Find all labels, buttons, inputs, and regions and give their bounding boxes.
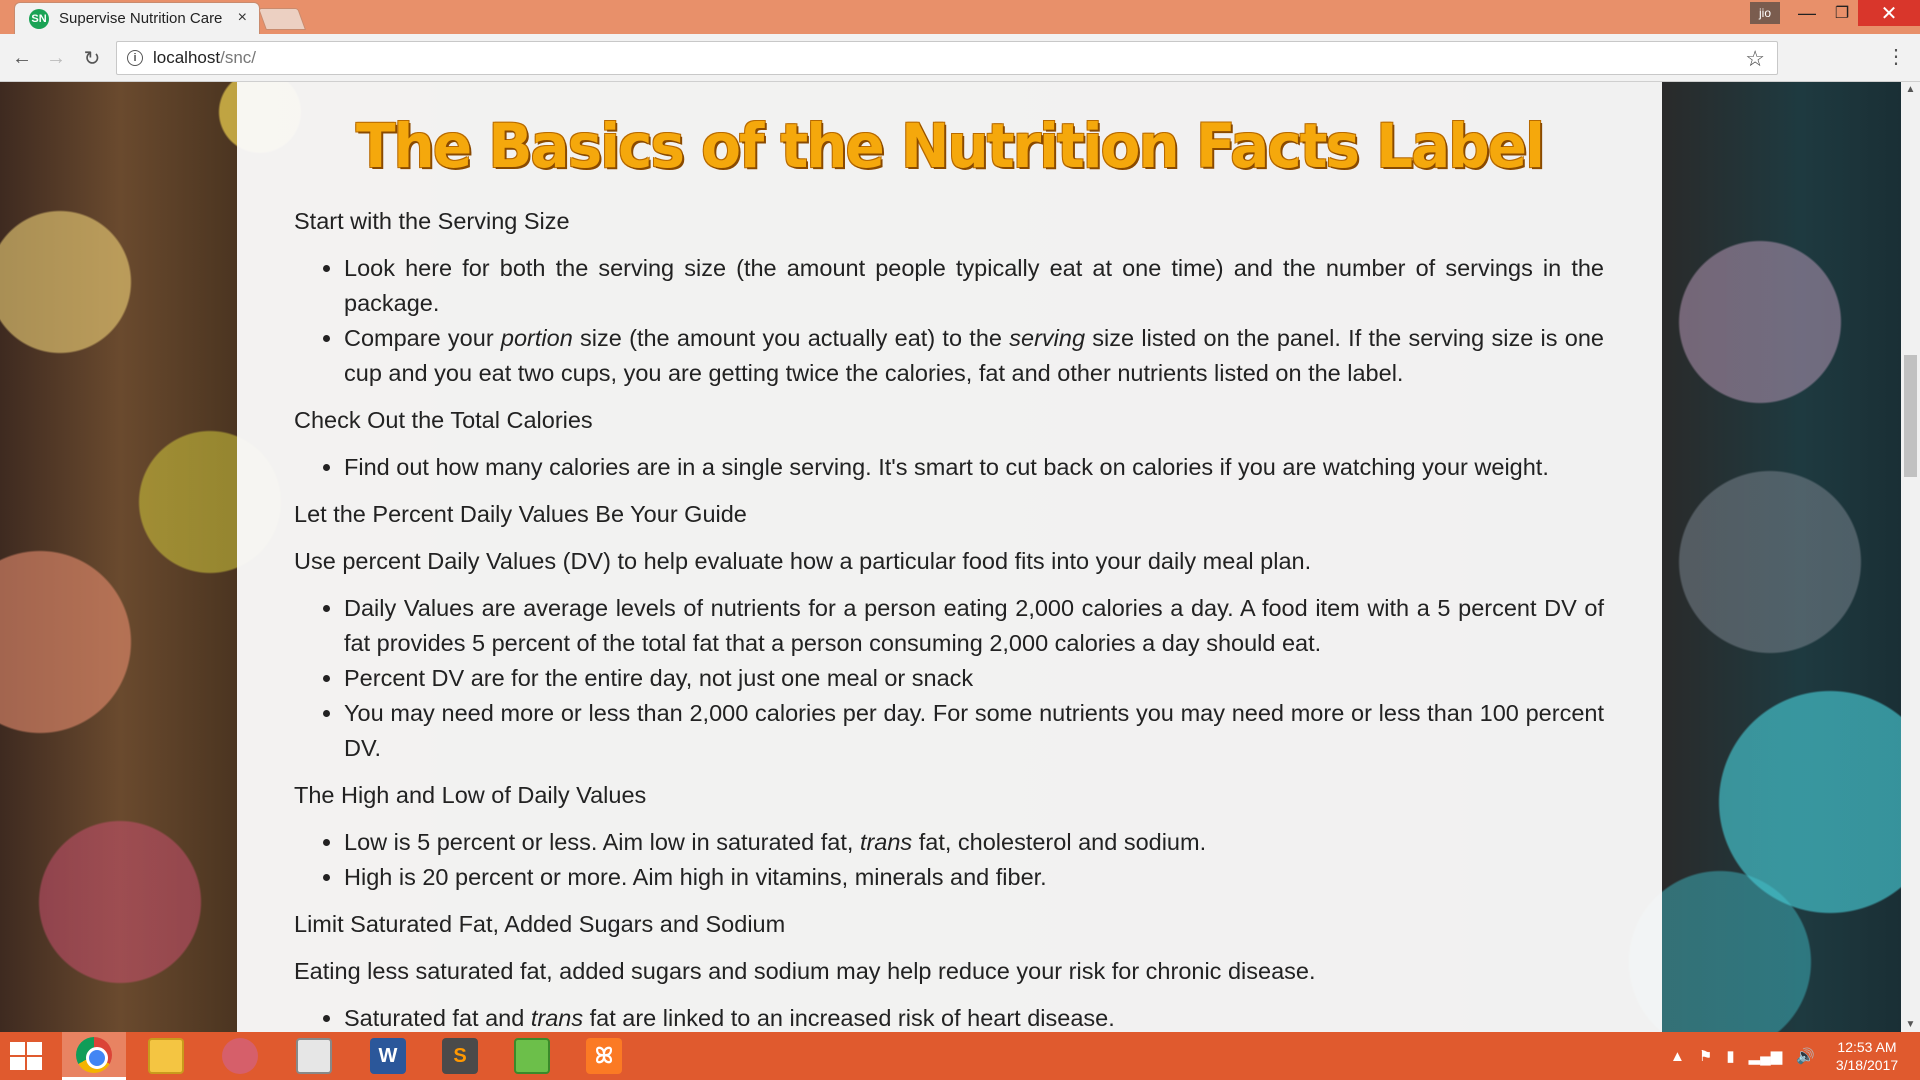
list-item: You may need more or less than 2,000 cal… <box>344 696 1604 766</box>
taskbar: W S ꕤ ▲ ⚑ ▮ ▂▄▆ 🔊 12:53 AM 3/18/2017 <box>0 1032 1920 1080</box>
list-item: Find out how many calories are in a sing… <box>344 450 1604 485</box>
vertical-scrollbar[interactable]: ▲ ▼ <box>1901 82 1920 1032</box>
text-span: Low is 5 percent or less. Aim low in sat… <box>344 829 860 855</box>
taskbar-paint[interactable] <box>500 1032 564 1080</box>
list-item: Low is 5 percent or less. Aim low in sat… <box>344 825 1604 860</box>
scroll-up-arrow-icon[interactable]: ▲ <box>1901 84 1920 95</box>
text-span: Compare your <box>344 325 501 351</box>
url-path: /snc/ <box>220 48 257 67</box>
info-icon[interactable]: i <box>127 50 143 66</box>
page-viewport: The Basics of the Nutrition Facts Label … <box>0 82 1901 1032</box>
list-item: Look here for both the serving size (the… <box>344 251 1604 321</box>
section-heading: Let the Percent Daily Values Be Your Gui… <box>294 501 747 527</box>
tab-favicon-icon: SN <box>29 8 49 29</box>
article-body: Start with the Serving Size Look here fo… <box>294 204 1604 1032</box>
bullet-list: Saturated fat and trans fat are linked t… <box>344 1001 1604 1032</box>
emphasis-text: trans <box>859 829 913 855</box>
scissors-icon <box>222 1038 258 1074</box>
close-window-button[interactable]: ✕ <box>1858 0 1920 26</box>
bullet-list: Low is 5 percent or less. Aim low in sat… <box>344 825 1604 895</box>
xampp-icon: ꕤ <box>586 1038 622 1074</box>
word-icon: W <box>370 1038 406 1074</box>
emphasis-text: trans <box>530 1005 584 1031</box>
text-span: Saturated fat and <box>344 1005 531 1031</box>
list-item: Percent DV are for the entire day, not j… <box>344 661 1604 696</box>
bullet-list: Daily Values are average levels of nutri… <box>344 591 1604 766</box>
bullet-list: Find out how many calories are in a sing… <box>344 450 1604 485</box>
sublime-text-icon: S <box>442 1038 478 1074</box>
url-host: localhost <box>153 48 221 67</box>
text-span: size (the amount you actually eat) to th… <box>572 325 1010 351</box>
bullet-list: Look here for both the serving size (the… <box>344 251 1604 391</box>
taskbar-xampp[interactable]: ꕤ <box>572 1032 636 1080</box>
system-tray: ▲ ⚑ ▮ ▂▄▆ 🔊 <box>1670 1044 1815 1068</box>
browser-toolbar: ← → ↻ i localhost/snc/ ☆ ⋮ <box>0 34 1920 82</box>
taskbar-chrome[interactable] <box>62 1032 126 1080</box>
url-text[interactable]: localhost/snc/ <box>153 48 256 68</box>
address-bar[interactable]: i localhost/snc/ ☆ <box>116 41 1778 75</box>
tab-close-icon[interactable]: × <box>238 9 247 27</box>
section-heading: Check Out the Total Calories <box>294 407 593 433</box>
page-title: The Basics of the Nutrition Facts Label <box>355 110 1545 182</box>
section-heading: The High and Low of Daily Values <box>294 782 647 808</box>
back-arrow-icon[interactable]: ← <box>8 44 36 72</box>
list-item: Daily Values are average levels of nutri… <box>344 591 1604 661</box>
forward-arrow-icon[interactable]: → <box>42 44 70 72</box>
content-panel: The Basics of the Nutrition Facts Label … <box>237 82 1662 1032</box>
tab-title: Supervise Nutrition Care <box>59 10 223 27</box>
taskbar-clock[interactable]: 12:53 AM 3/18/2017 <box>1822 1038 1912 1074</box>
taskbar-word[interactable]: W <box>356 1032 420 1080</box>
paragraph: Eating less saturated fat, added sugars … <box>294 958 1316 984</box>
taskbar-calculator[interactable] <box>282 1032 346 1080</box>
emphasis-text: serving <box>1009 325 1086 351</box>
text-span: fat, cholesterol and sodium. <box>912 829 1207 855</box>
calculator-icon <box>296 1038 332 1074</box>
browser-tab[interactable]: SN Supervise Nutrition Care × <box>14 2 260 34</box>
flag-icon[interactable]: ⚑ <box>1699 1047 1712 1065</box>
taskbar-file-explorer[interactable] <box>134 1032 198 1080</box>
paragraph: Use percent Daily Values (DV) to help ev… <box>294 548 1312 574</box>
list-item: High is 20 percent or more. Aim high in … <box>344 860 1604 895</box>
list-item: Saturated fat and trans fat are linked t… <box>344 1001 1604 1032</box>
show-hidden-icons-icon[interactable]: ▲ <box>1670 1048 1685 1065</box>
taskbar-sublime[interactable]: S <box>428 1032 492 1080</box>
clock-time: 12:53 AM <box>1837 1039 1897 1055</box>
windows-start-icon[interactable] <box>10 1042 44 1072</box>
profile-badge[interactable]: jio <box>1750 2 1780 24</box>
section-heading: Limit Saturated Fat, Added Sugars and So… <box>294 911 786 937</box>
emphasis-text: portion <box>500 325 573 351</box>
taskbar-snipping-tool[interactable] <box>208 1032 272 1080</box>
browser-titlebar: SN Supervise Nutrition Care × jio — ❐ ✕ <box>0 0 1920 34</box>
menu-icon[interactable]: ⋮ <box>1886 44 1906 69</box>
paint-icon <box>514 1038 550 1074</box>
battery-icon[interactable]: ▮ <box>1726 1047 1734 1065</box>
clock-date: 3/18/2017 <box>1835 1057 1899 1073</box>
section-heading: Start with the Serving Size <box>294 208 570 234</box>
star-icon[interactable]: ☆ <box>1745 46 1765 72</box>
new-tab-button[interactable] <box>257 8 307 30</box>
scroll-down-arrow-icon[interactable]: ▼ <box>1901 1019 1920 1030</box>
text-span: fat are linked to an increased risk of h… <box>583 1005 1115 1031</box>
list-item: Compare your portion size (the amount yo… <box>344 321 1604 391</box>
network-signal-icon[interactable]: ▂▄▆ <box>1749 1047 1783 1065</box>
folder-icon <box>148 1038 184 1074</box>
volume-icon[interactable]: 🔊 <box>1796 1047 1815 1065</box>
chrome-icon <box>76 1036 112 1073</box>
scroll-thumb[interactable] <box>1904 355 1917 477</box>
reload-icon[interactable]: ↻ <box>78 44 106 72</box>
